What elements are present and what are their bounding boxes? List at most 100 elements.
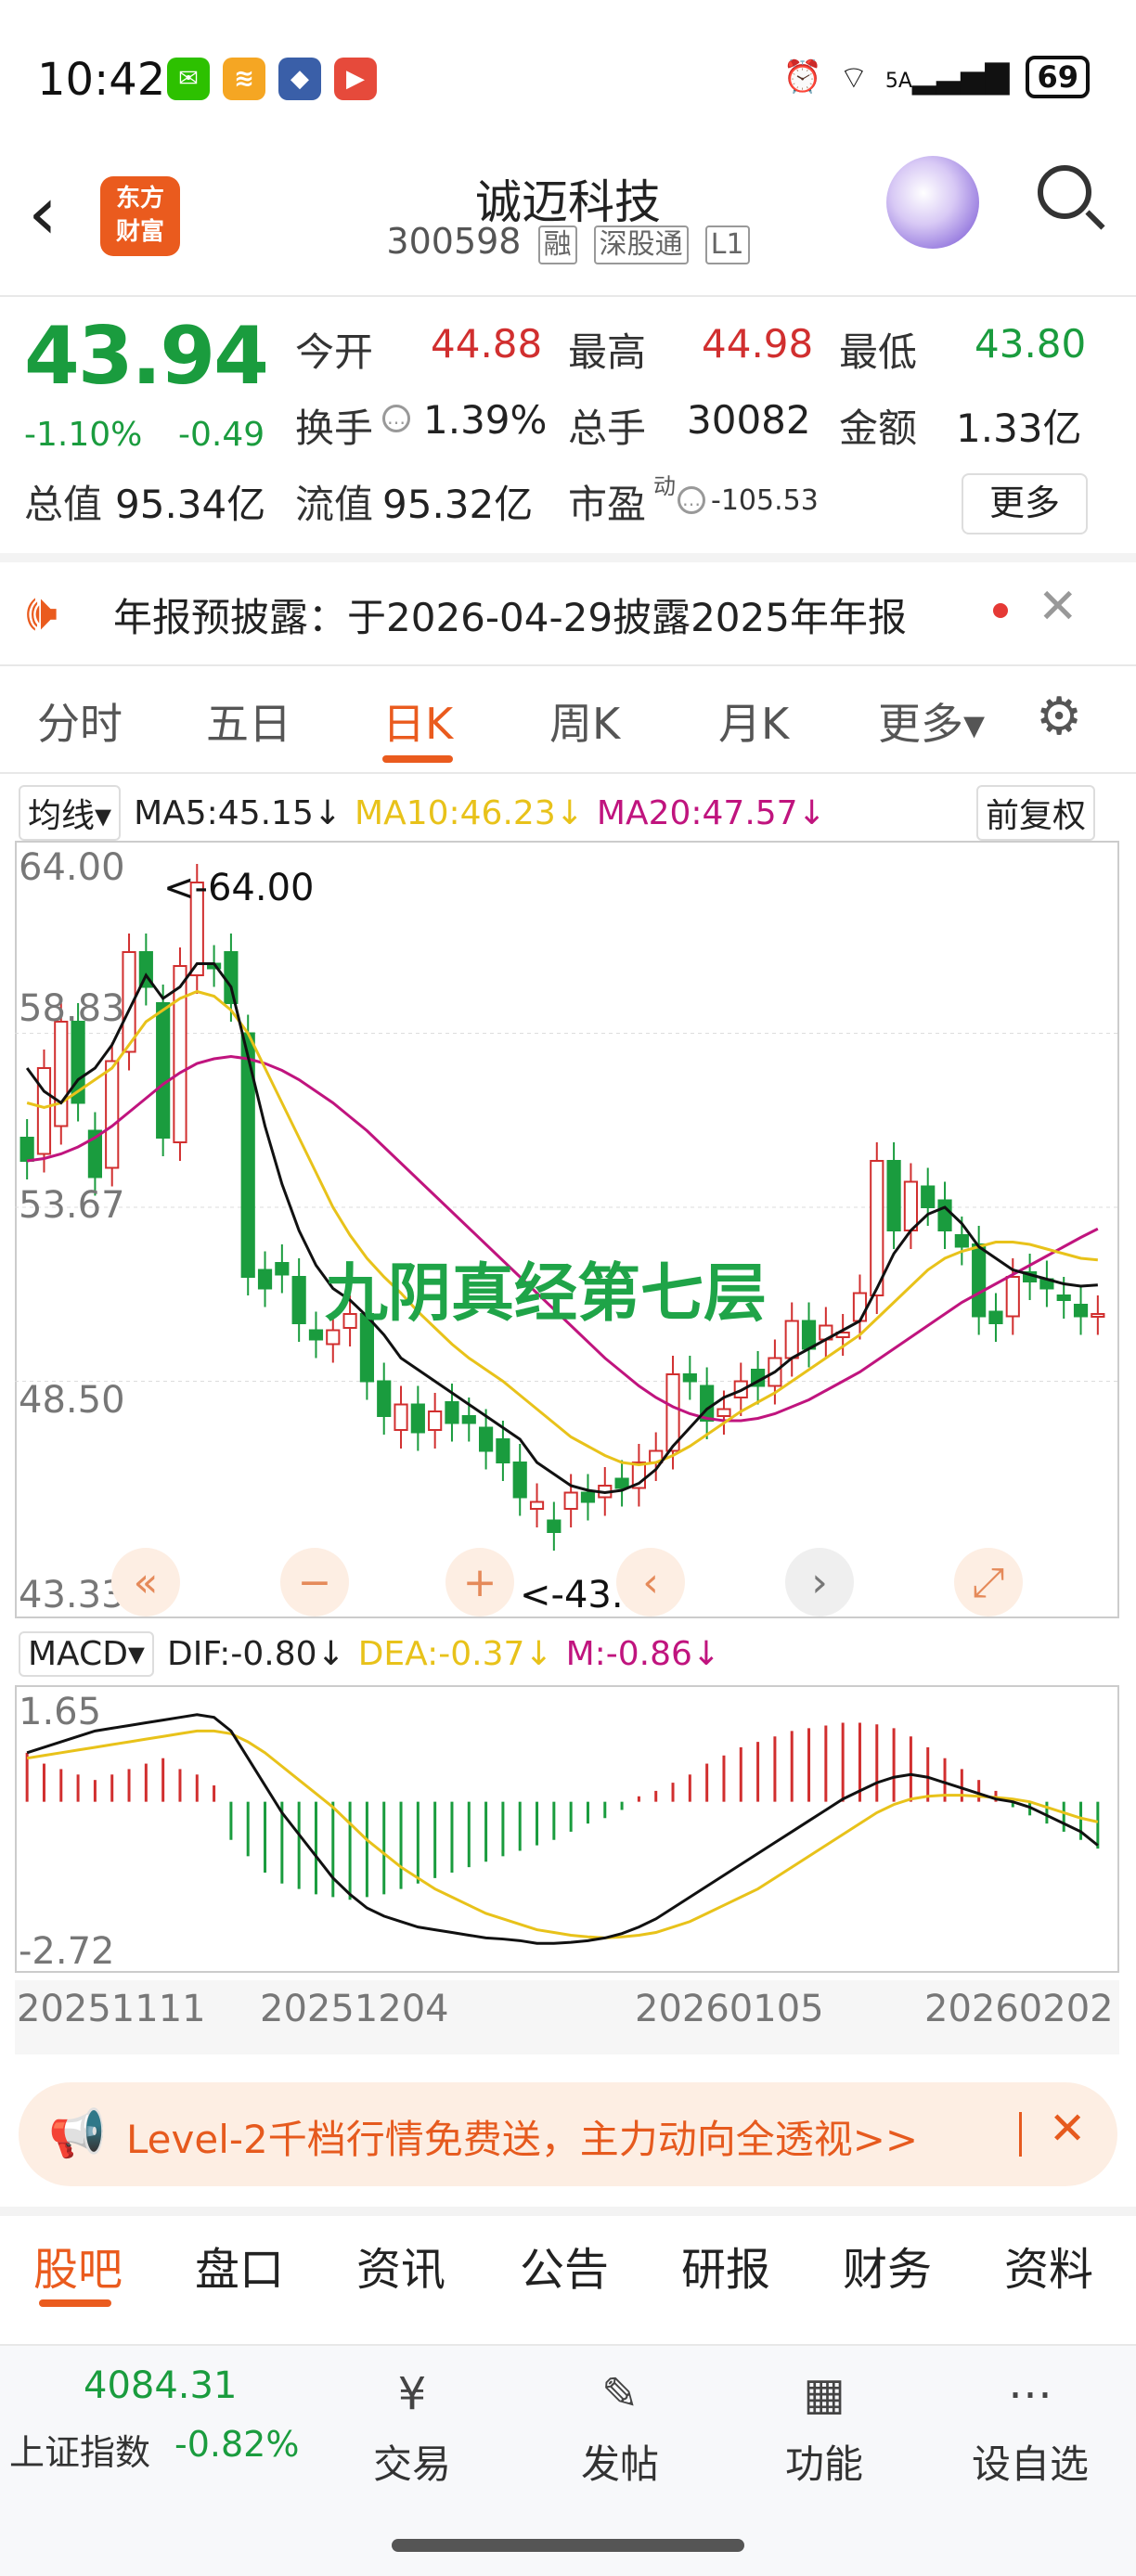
index-value[interactable]: 4084.31 bbox=[84, 2364, 237, 2407]
function-label[interactable]: 功能 bbox=[785, 2433, 863, 2490]
notice-text[interactable]: 年报预披露：于2026-04-29披露2025年年报 bbox=[113, 586, 907, 643]
post-label[interactable]: 发帖 bbox=[579, 2433, 661, 2490]
macd-selector[interactable]: MACD▾ bbox=[19, 1631, 154, 1677]
change-amount: -0.49 bbox=[178, 416, 265, 454]
home-indicator[interactable] bbox=[392, 2539, 744, 2552]
candle-body bbox=[512, 1462, 527, 1499]
fullscreen-icon[interactable]: ⤢ bbox=[954, 1548, 1023, 1616]
ma5-label: MA5:45.15↓ bbox=[134, 793, 342, 832]
candle-body bbox=[937, 1199, 952, 1231]
divider bbox=[0, 772, 1136, 774]
candle-body bbox=[479, 1426, 494, 1452]
tab-forum[interactable]: 股吧 bbox=[33, 2233, 123, 2298]
candle-body bbox=[547, 1519, 562, 1533]
divider bbox=[0, 664, 1136, 666]
float-mv-label: 流值 bbox=[295, 482, 374, 527]
candle-body bbox=[428, 1410, 443, 1431]
candle-body bbox=[394, 1403, 408, 1431]
macd-bottom-label: -2.72 bbox=[19, 1930, 115, 1973]
unread-dot bbox=[993, 603, 1008, 618]
post-icon[interactable]: ✎ bbox=[590, 2364, 650, 2424]
stock-code: 300598 bbox=[386, 221, 522, 262]
signal-icon: 5A▂▃▅▇ bbox=[884, 58, 1010, 96]
candle-body bbox=[972, 1243, 987, 1318]
y-axis-label: 43.33 bbox=[19, 1574, 125, 1616]
status-time: 10:42 bbox=[37, 54, 166, 106]
trade-label[interactable]: 交易 bbox=[373, 2433, 451, 2490]
tab-news[interactable]: 资讯 bbox=[356, 2233, 445, 2298]
info-icon[interactable]: … bbox=[678, 486, 705, 514]
promo-text[interactable]: Level-2千档行情免费送，主力动向全透视>> bbox=[126, 2108, 918, 2165]
tab-financials[interactable]: 财务 bbox=[843, 2233, 932, 2298]
candle-body bbox=[496, 1438, 510, 1463]
tab-five-day[interactable]: 五日 bbox=[206, 690, 291, 752]
candle-body bbox=[716, 1408, 731, 1417]
ma20-label: MA20:47.57↓ bbox=[596, 793, 826, 832]
search-icon[interactable] bbox=[1038, 165, 1091, 219]
candle-body bbox=[988, 1310, 1003, 1324]
tab-intraday[interactable]: 分时 bbox=[37, 690, 123, 752]
turnover-value: 1.39% bbox=[423, 397, 548, 443]
tab-research[interactable]: 研报 bbox=[681, 2233, 770, 2298]
close-icon[interactable]: ✕ bbox=[1038, 579, 1078, 635]
candle-body bbox=[377, 1380, 392, 1417]
scroll-right-button[interactable]: › bbox=[785, 1548, 854, 1616]
volume-value: 30082 bbox=[687, 397, 811, 443]
dea-label: DEA:-0.37↓ bbox=[357, 1635, 553, 1673]
tab-daily-k[interactable]: 日K bbox=[382, 690, 453, 752]
more-button[interactable]: 更多 bbox=[962, 473, 1088, 535]
gear-icon[interactable]: ⚙ bbox=[1036, 687, 1082, 747]
tab-announcements[interactable]: 公告 bbox=[520, 2233, 609, 2298]
index-name[interactable]: 上证指数 bbox=[9, 2424, 150, 2475]
separator bbox=[1019, 2112, 1022, 2157]
macd-chart[interactable] bbox=[15, 1685, 1119, 1973]
tag-level: L1 bbox=[704, 225, 750, 264]
more-dots-icon[interactable]: ⋯ bbox=[1000, 2364, 1060, 2424]
tab-weekly-k[interactable]: 周K bbox=[549, 690, 620, 752]
battery-icon: 69 bbox=[1026, 56, 1090, 98]
wifi-icon: ⌔ bbox=[838, 58, 869, 97]
index-change[interactable]: -0.82% bbox=[174, 2424, 299, 2465]
zoom-out-button[interactable]: − bbox=[280, 1548, 349, 1616]
candle-body bbox=[1091, 1313, 1105, 1318]
low-value: 43.80 bbox=[975, 321, 1087, 367]
tab-more[interactable]: 更多▾ bbox=[878, 690, 985, 752]
candle-body bbox=[580, 1491, 596, 1503]
tab-underline bbox=[39, 2299, 111, 2307]
candle-body bbox=[665, 1373, 680, 1452]
divider bbox=[0, 553, 1136, 562]
zoom-in-button[interactable]: + bbox=[445, 1548, 514, 1616]
scroll-left-button[interactable]: ‹ bbox=[616, 1548, 685, 1616]
candle-body bbox=[275, 1262, 290, 1276]
turnover-label: 换手 bbox=[295, 406, 374, 451]
candle-body bbox=[105, 1060, 120, 1169]
close-icon[interactable]: ✕ bbox=[1049, 2103, 1086, 2155]
tab-order-book[interactable]: 盘口 bbox=[195, 2233, 284, 2298]
scroll-left-fast-button[interactable]: « bbox=[111, 1548, 180, 1616]
trade-icon[interactable]: ¥ bbox=[382, 2364, 442, 2424]
indicator-selector[interactable]: 均线▾ bbox=[19, 785, 122, 841]
kline-chart[interactable] bbox=[15, 841, 1119, 1618]
pe-value: -105.53 bbox=[711, 484, 819, 517]
candle-body bbox=[954, 1234, 969, 1248]
assistant-avatar[interactable] bbox=[886, 156, 979, 249]
info-icon[interactable]: … bbox=[382, 405, 410, 432]
volume-label: 总手 bbox=[568, 406, 647, 451]
adjust-button[interactable]: 前复权 bbox=[976, 785, 1096, 841]
candle-body bbox=[903, 1180, 918, 1231]
tab-monthly-k[interactable]: 月K bbox=[718, 690, 789, 752]
open-value: 44.88 bbox=[431, 321, 543, 367]
candle-body bbox=[410, 1403, 425, 1434]
amount-value: 1.33亿 bbox=[956, 406, 1082, 451]
function-grid-icon[interactable]: ▦ bbox=[794, 2364, 854, 2424]
candle-body bbox=[257, 1269, 273, 1290]
overlay-caption: 九阴真经第七层 bbox=[325, 1257, 768, 1331]
add-watchlist-label[interactable]: 设自选 bbox=[969, 2433, 1091, 2490]
candle-body bbox=[801, 1320, 817, 1350]
system-status-icons: ⏰ ⌔ 5A▂▃▅▇ 69 bbox=[783, 56, 1090, 98]
high-value: 44.98 bbox=[702, 321, 814, 367]
candle-body bbox=[921, 1185, 936, 1208]
candle-body bbox=[19, 1137, 34, 1162]
candle-body bbox=[784, 1320, 799, 1359]
tab-profile[interactable]: 资料 bbox=[1004, 2233, 1093, 2298]
